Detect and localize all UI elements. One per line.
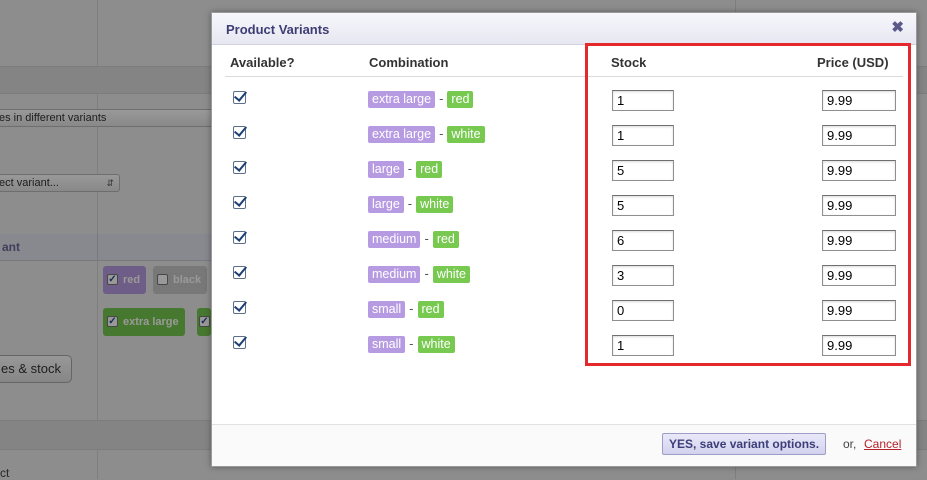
column-header-stock: Stock bbox=[611, 55, 647, 70]
product-variants-modal: Product Variants ✖ Available? Combinatio… bbox=[211, 12, 917, 467]
color-tag: red bbox=[417, 301, 444, 318]
stock-input[interactable] bbox=[612, 300, 674, 321]
combination-cell: large - red bbox=[368, 161, 443, 178]
variant-row: large - white bbox=[225, 188, 903, 223]
available-checkbox[interactable] bbox=[233, 161, 246, 174]
price-input[interactable] bbox=[822, 300, 896, 321]
color-tag: white bbox=[432, 266, 470, 283]
combination-cell: extra large - white bbox=[368, 126, 485, 143]
variants-table-header: Available? Combination Stock Price (USD) bbox=[225, 54, 903, 77]
variant-row: small - white bbox=[225, 328, 903, 363]
combination-separator: - bbox=[424, 266, 429, 281]
size-tag: medium bbox=[368, 266, 421, 283]
color-tag: white bbox=[416, 196, 454, 213]
color-tag: red bbox=[416, 161, 443, 178]
column-header-available: Available? bbox=[230, 55, 295, 70]
variant-row: medium - white bbox=[225, 258, 903, 293]
price-input[interactable] bbox=[822, 125, 896, 146]
price-input[interactable] bbox=[822, 160, 896, 181]
modal-title: Product Variants bbox=[226, 22, 330, 37]
combination-cell: small - red bbox=[368, 301, 444, 318]
modal-footer: YES, save variant options. or, Cancel bbox=[212, 424, 916, 466]
price-input[interactable] bbox=[822, 335, 896, 356]
combination-separator: - bbox=[424, 231, 429, 246]
color-tag: white bbox=[417, 336, 455, 353]
variant-row: large - red bbox=[225, 153, 903, 188]
available-checkbox[interactable] bbox=[233, 231, 246, 244]
size-tag: large bbox=[368, 161, 404, 178]
stock-input[interactable] bbox=[612, 90, 674, 111]
size-tag: medium bbox=[368, 231, 421, 248]
combination-cell: small - white bbox=[368, 336, 455, 353]
variant-row: small - red bbox=[225, 293, 903, 328]
modal-header: Product Variants ✖ bbox=[212, 13, 916, 45]
or-text: or, bbox=[843, 437, 857, 451]
available-checkbox[interactable] bbox=[233, 301, 246, 314]
save-variant-options-button[interactable]: YES, save variant options. bbox=[662, 433, 827, 455]
combination-separator: - bbox=[407, 196, 413, 211]
price-input[interactable] bbox=[822, 195, 896, 216]
combination-separator: - bbox=[439, 126, 444, 141]
color-tag: red bbox=[447, 91, 474, 108]
combination-cell: medium - red bbox=[368, 231, 459, 248]
available-checkbox[interactable] bbox=[233, 266, 246, 279]
available-checkbox[interactable] bbox=[233, 91, 246, 104]
size-tag: large bbox=[368, 196, 404, 213]
available-checkbox[interactable] bbox=[233, 196, 246, 209]
size-tag: extra large bbox=[368, 91, 436, 108]
variant-row: extra large - white bbox=[225, 118, 903, 153]
combination-separator: - bbox=[407, 161, 413, 176]
color-tag: white bbox=[447, 126, 485, 143]
combination-separator: - bbox=[409, 336, 414, 351]
variant-row: extra large - red bbox=[225, 83, 903, 118]
available-checkbox[interactable] bbox=[233, 336, 246, 349]
combination-cell: large - white bbox=[368, 196, 454, 213]
stock-input[interactable] bbox=[612, 125, 674, 146]
column-header-combination: Combination bbox=[369, 55, 449, 70]
stock-input[interactable] bbox=[612, 265, 674, 286]
price-input[interactable] bbox=[822, 230, 896, 251]
stock-input[interactable] bbox=[612, 230, 674, 251]
available-checkbox[interactable] bbox=[233, 126, 246, 139]
price-input[interactable] bbox=[822, 265, 896, 286]
combination-separator: - bbox=[439, 91, 444, 106]
price-input[interactable] bbox=[822, 90, 896, 111]
size-tag: extra large bbox=[368, 126, 436, 143]
color-tag: red bbox=[432, 231, 459, 248]
stock-input[interactable] bbox=[612, 195, 674, 216]
variant-row: medium - red bbox=[225, 223, 903, 258]
close-icon[interactable]: ✖ bbox=[891, 20, 904, 36]
size-tag: small bbox=[368, 336, 406, 353]
combination-cell: medium - white bbox=[368, 266, 470, 283]
combination-separator: - bbox=[409, 301, 414, 316]
combination-cell: extra large - red bbox=[368, 91, 474, 108]
column-header-price: Price (USD) bbox=[817, 55, 889, 70]
stock-input[interactable] bbox=[612, 335, 674, 356]
stock-input[interactable] bbox=[612, 160, 674, 181]
cancel-link[interactable]: Cancel bbox=[864, 437, 901, 451]
size-tag: small bbox=[368, 301, 406, 318]
